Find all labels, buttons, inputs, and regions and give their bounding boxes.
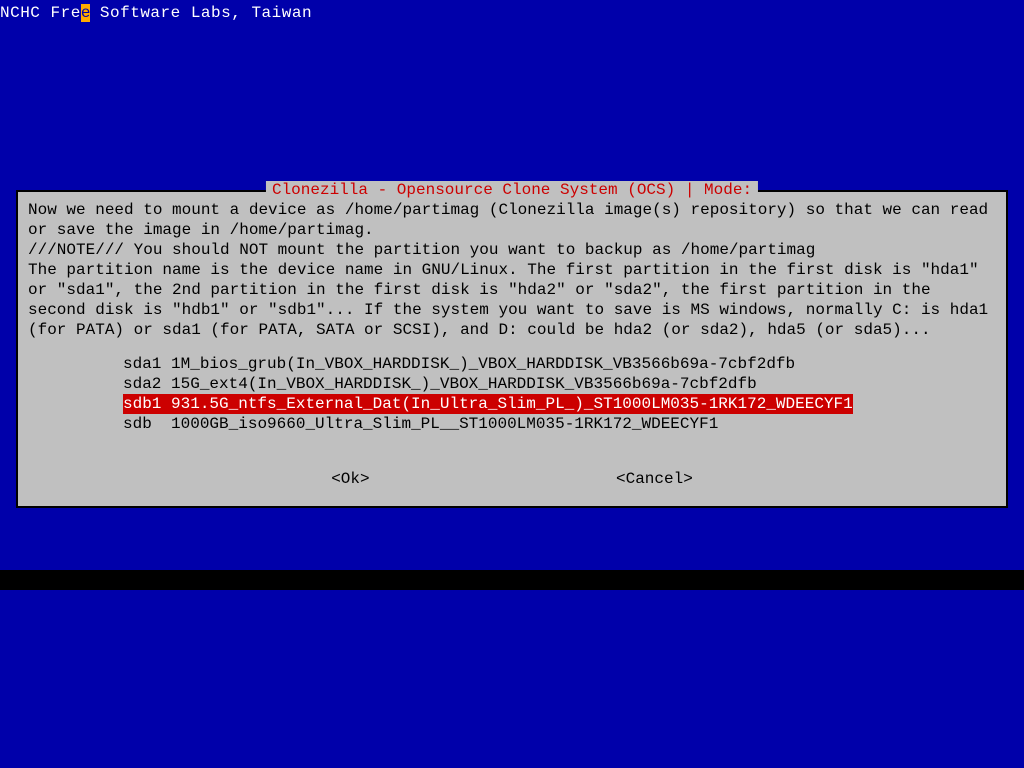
partition-option[interactable]: sda1 1M_bios_grub(In_VBOX_HARDDISK_)_VBO… <box>123 354 996 374</box>
header-pre: NCHC Fre <box>0 4 81 22</box>
dialog-body-text: Now we need to mount a device as /home/p… <box>28 200 996 340</box>
partition-option-selected[interactable]: sdb1 931.5G_ntfs_External_Dat(In_Ultra_S… <box>123 394 853 414</box>
cancel-button[interactable]: <Cancel> <box>616 470 693 488</box>
partition-option[interactable]: sda2 15G_ext4(In_VBOX_HARDDISK_)_VBOX_HA… <box>123 374 996 394</box>
header-line: NCHC Free Software Labs, Taiwan <box>0 4 312 22</box>
dialog-box: Clonezilla - Opensource Clone System (OC… <box>16 190 1008 508</box>
header-post: Software Labs, Taiwan <box>90 4 312 22</box>
black-bar <box>0 570 1024 590</box>
partition-options-list: sda1 1M_bios_grub(In_VBOX_HARDDISK_)_VBO… <box>123 354 996 434</box>
cursor-block: e <box>81 4 90 22</box>
buttons-row: <Ok> <Cancel> <box>28 470 996 488</box>
partition-option[interactable]: sdb 1000GB_iso9660_Ultra_Slim_PL__ST1000… <box>123 414 996 434</box>
dialog-title: Clonezilla - Opensource Clone System (OC… <box>266 181 758 199</box>
dialog-wrapper: Clonezilla - Opensource Clone System (OC… <box>16 190 1008 508</box>
ok-button[interactable]: <Ok> <box>331 470 369 488</box>
